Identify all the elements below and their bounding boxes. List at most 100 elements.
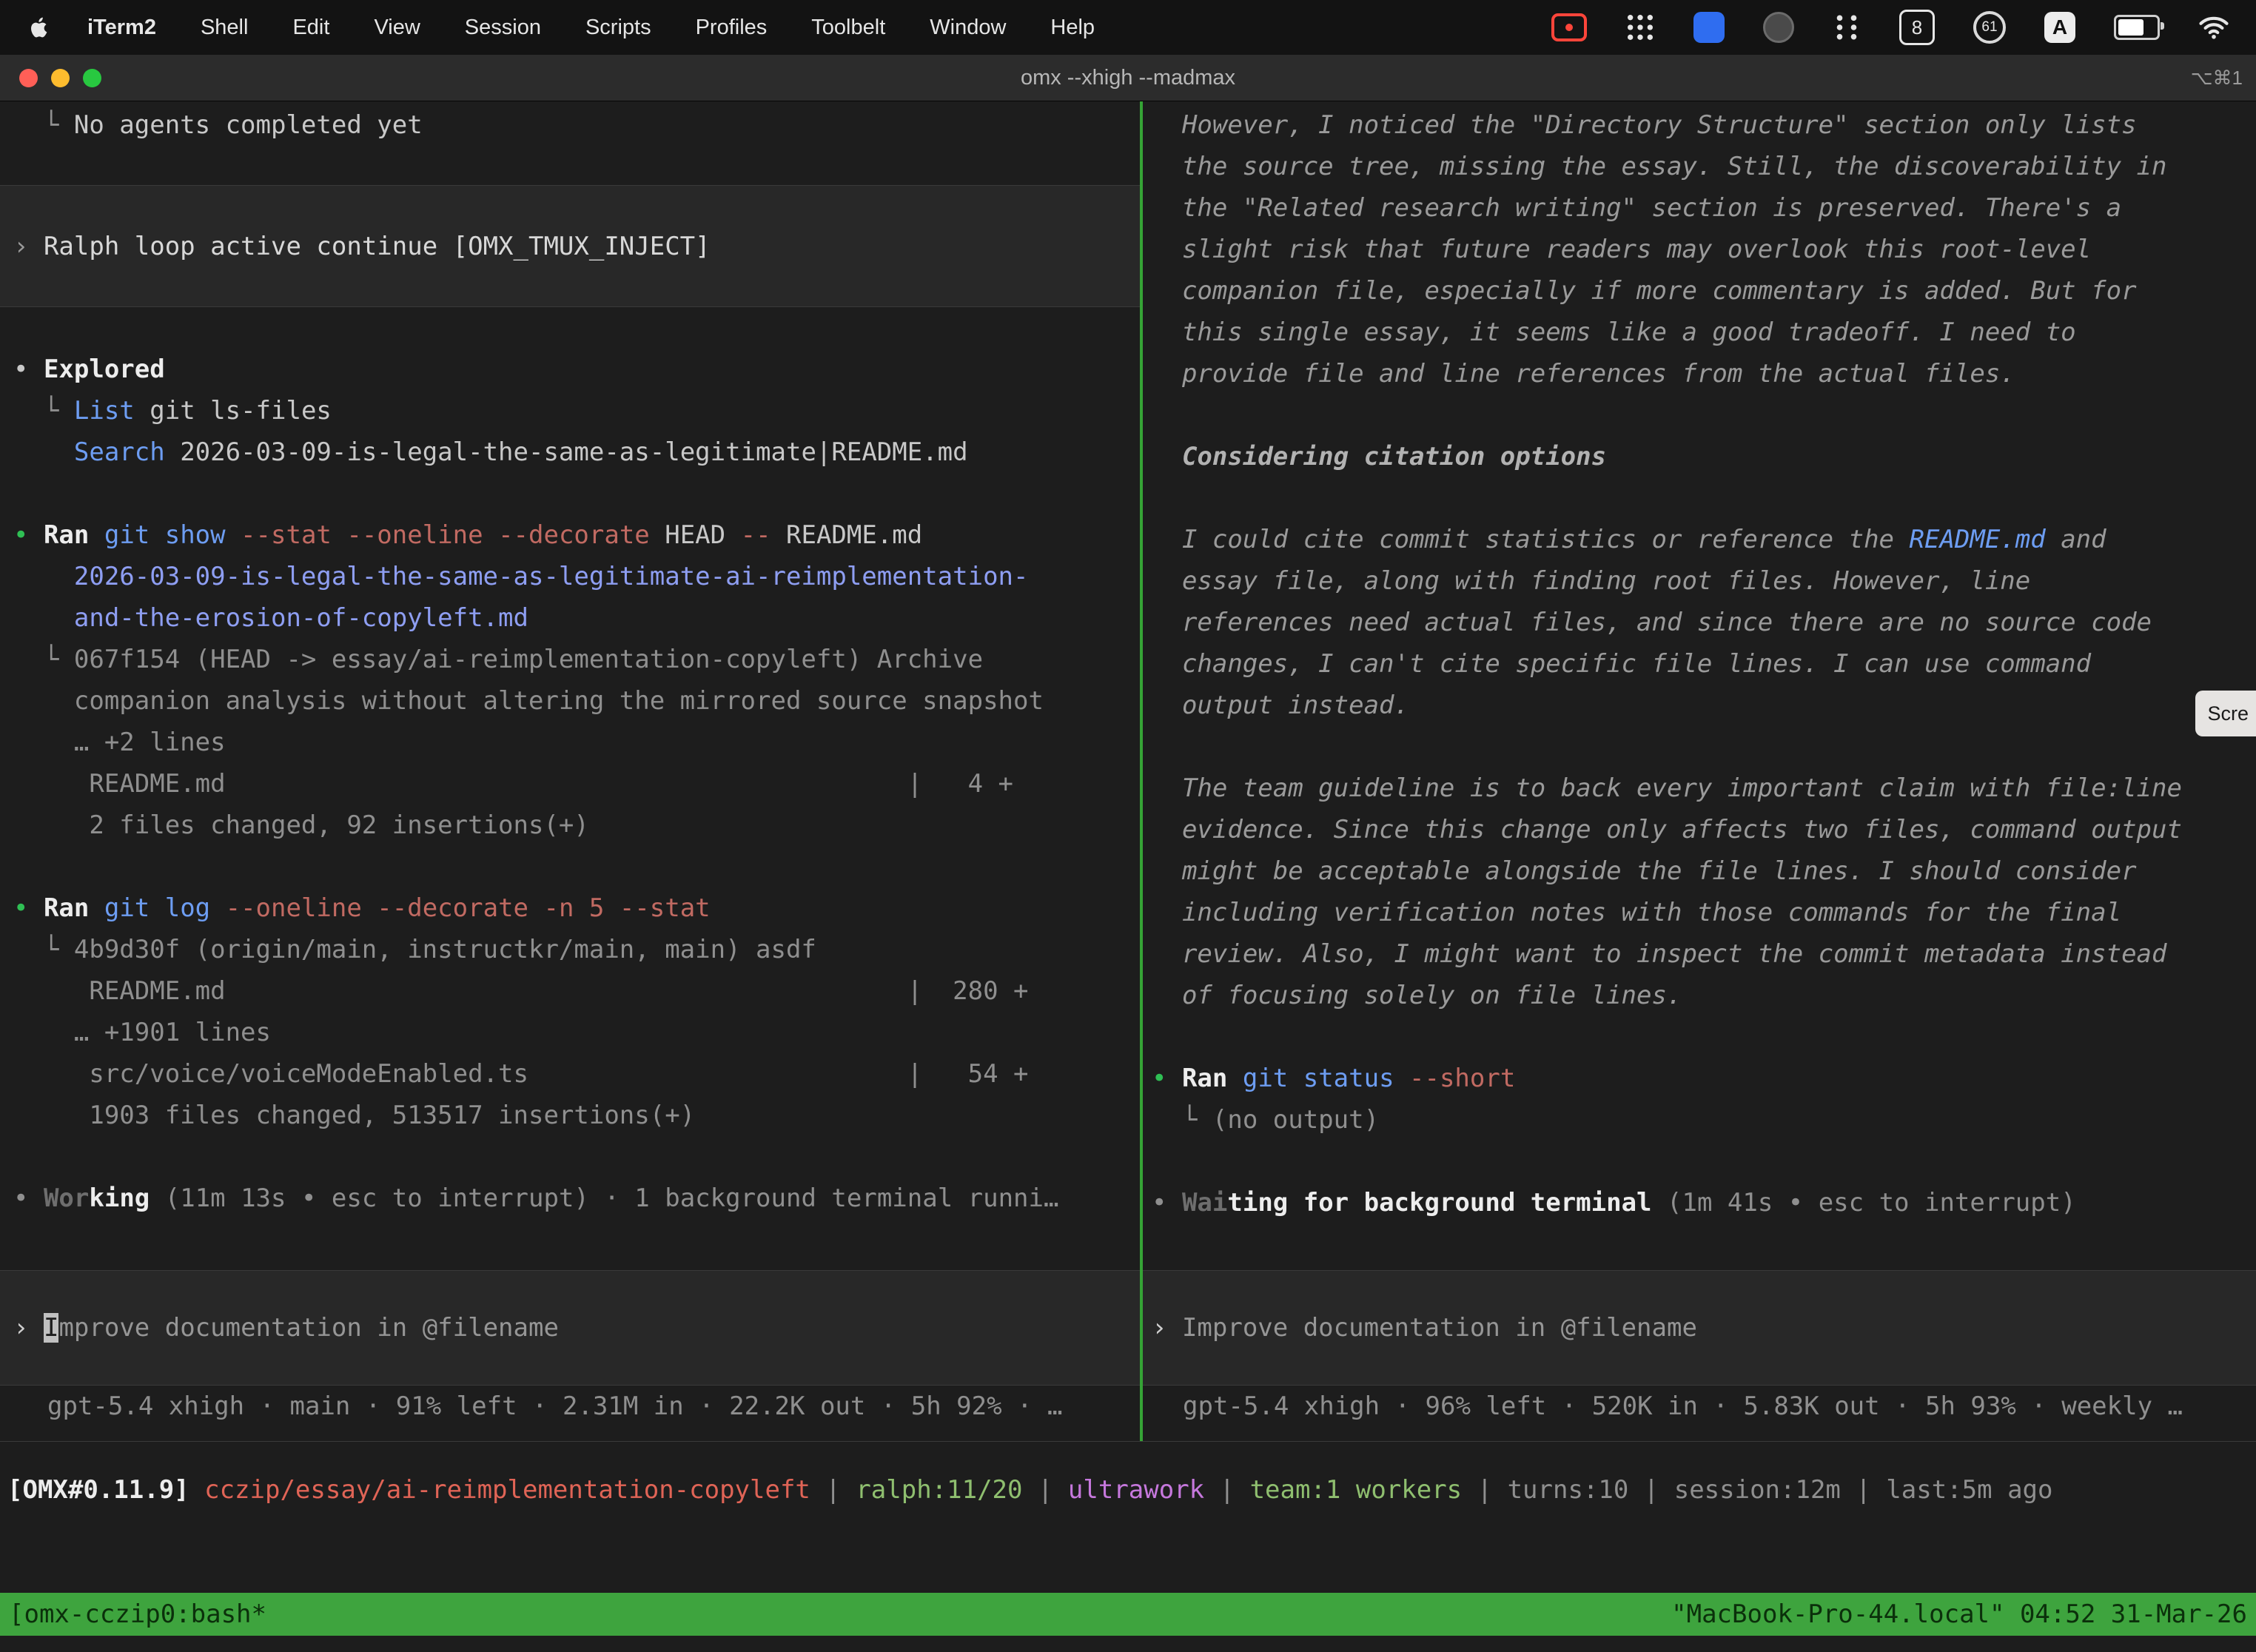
left-command-input[interactable]: › Improve documentation in @filename [0, 1270, 1140, 1386]
keyboard-8-icon[interactable]: 8 [1899, 10, 1935, 45]
window-title: omx --xhigh --madmax [1021, 66, 1235, 90]
macos-menu-bar: iTerm2 Shell Edit View Session Scripts P… [0, 0, 2256, 55]
terminal-line: └ No agents completed yet [13, 104, 1140, 146]
gauge-61-icon[interactable]: 61 [1973, 11, 2006, 44]
terminal-line: └ 067f154 (HEAD -> essay/ai-reimplementa… [13, 639, 1140, 680]
minimize-button[interactable] [51, 69, 70, 87]
zoom-button[interactable] [83, 69, 101, 87]
terminal-line: README.md | 280 + [13, 970, 1140, 1012]
tmux-shortcut-badge: ⌥⌘1 [2191, 55, 2243, 101]
terminal-line: … +1901 lines [13, 1012, 1140, 1053]
spacer [13, 307, 1140, 349]
terminal-line: • Explored [13, 349, 1140, 390]
menu-item-profiles[interactable]: Profiles [674, 16, 790, 40]
tmux-host-clock: "MacBook-Pro-44.local" 04:52 31-Mar-26 [1671, 1599, 2247, 1629]
screen-overlay-tab[interactable]: Scre [2195, 691, 2256, 736]
terminal-line: including verification notes with those … [1152, 892, 2256, 933]
window-title-bar[interactable]: omx --xhigh --madmax ⌥⌘1 [0, 55, 2256, 101]
terminal-line: 2026-03-09-is-legal-the-same-as-legitima… [13, 556, 1140, 597]
terminal-line: output instead. [1152, 685, 2256, 726]
terminal-line [13, 846, 1140, 887]
terminal-line: [OMX#0.11.9] cczip/essay/ai-reimplementa… [7, 1469, 2052, 1511]
input-value: mprove documentation in @filename [58, 1313, 559, 1343]
terminal-line: references need actual files, and since … [1152, 602, 2256, 643]
terminal-line: might be acceptable alongside the file l… [1152, 850, 2256, 892]
terminal-line: • Ran git status --short [1152, 1058, 2256, 1099]
tmux-status-bar: [omx-cczip0:bash* "MacBook-Pro-44.local"… [0, 1593, 2256, 1636]
terminal-line: 2 files changed, 92 insertions(+) [13, 805, 1140, 846]
terminal-line [1152, 477, 2256, 519]
terminal-line: • Waiting for background terminal (1m 41… [1152, 1182, 2256, 1223]
terminal-line [1152, 726, 2256, 768]
menu-item-shell[interactable]: Shell [178, 16, 271, 40]
terminal-line: essay file, along with finding root file… [1152, 560, 2256, 602]
right-command-input[interactable]: › Improve documentation in @filename [1143, 1270, 2256, 1386]
apple-menu-icon[interactable] [27, 11, 55, 44]
terminal-line: provide file and line references from th… [1152, 353, 2256, 394]
terminal-line: companion file, especially if more comme… [1152, 270, 2256, 312]
terminal-line: evidence. Since this change only affects… [1152, 809, 2256, 850]
input-source-icon[interactable]: A [2044, 12, 2075, 43]
left-terminal-output: • Explored └ List git ls-files Search 20… [13, 349, 1140, 1219]
notice-prompt: › [13, 232, 44, 261]
terminal-line: • Ran git log --oneline --decorate -n 5 … [13, 887, 1140, 929]
dots-grid-icon[interactable] [1833, 13, 1861, 41]
menu-item-scripts[interactable]: Scripts [563, 16, 674, 40]
terminal-line: changes, I can't cite specific file line… [1152, 643, 2256, 685]
app-grid-icon[interactable] [1625, 13, 1655, 42]
iterm2-window: iTerm2 Shell Edit View Session Scripts P… [0, 0, 2256, 1652]
terminal-line: … +2 lines [13, 722, 1140, 763]
menu-item-window[interactable]: Window [907, 16, 1028, 40]
menu-item-view[interactable]: View [352, 16, 442, 40]
terminal-line [1152, 1141, 2256, 1182]
input-value: Improve documentation in @filename [1182, 1313, 1697, 1343]
right-terminal-output: However, I noticed the "Directory Struct… [1152, 104, 2256, 1223]
blue-app-icon[interactable] [1693, 12, 1725, 43]
terminal-line [13, 1136, 1140, 1178]
input-prompt: › [13, 1313, 44, 1343]
agents-status-lines: └ No agents completed yet [13, 104, 1140, 146]
wifi-icon[interactable] [2198, 12, 2229, 43]
terminal-line: However, I noticed the "Directory Struct… [1152, 104, 2256, 146]
menu-item-session[interactable]: Session [443, 16, 563, 40]
terminal-line: slight risk that future readers may over… [1152, 229, 2256, 270]
terminal-line [13, 473, 1140, 514]
terminal-line: Search 2026-03-09-is-legal-the-same-as-l… [13, 432, 1140, 473]
left-model-status-line: gpt-5.4 xhigh · main · 91% left · 2.31M … [13, 1386, 1140, 1427]
battery-icon[interactable] [2114, 15, 2160, 40]
terminal-line [1152, 1016, 2256, 1058]
omx-status-bar: [OMX#0.11.9] cczip/essay/ai-reimplementa… [0, 1442, 2256, 1538]
screen-recording-icon[interactable] [1551, 13, 1587, 41]
terminal-line: companion analysis without altering the … [13, 680, 1140, 722]
terminal-line: README.md | 4 + [13, 763, 1140, 805]
terminal-line: The team guideline is to back every impo… [1152, 768, 2256, 809]
terminal-line: I could cite commit statistics or refere… [1152, 519, 2256, 560]
left-terminal-pane[interactable]: └ No agents completed yet › Ralph loop a… [0, 101, 1140, 1441]
tmux-session-label: [omx-cczip0:bash* [9, 1599, 266, 1629]
menu-item-edit[interactable]: Edit [270, 16, 352, 40]
text-cursor: I [44, 1313, 58, 1343]
ralph-loop-notice: › Ralph loop active continue [OMX_TMUX_I… [0, 185, 1140, 307]
notice-text: Ralph loop active continue [OMX_TMUX_INJ… [44, 232, 711, 261]
terminal-line: of focusing solely on file lines. [1152, 975, 2256, 1016]
terminal-line: the "Related research writing" section i… [1152, 187, 2256, 229]
dark-app-icon[interactable] [1763, 12, 1794, 43]
terminal-line: └ (no output) [1152, 1099, 2256, 1141]
terminal-line: the source tree, missing the essay. Stil… [1152, 146, 2256, 187]
right-terminal-pane[interactable]: However, I noticed the "Directory Struct… [1143, 101, 2256, 1441]
menu-item-help[interactable]: Help [1028, 16, 1117, 40]
menu-bar-status-icons: 8 61 A [1551, 10, 2229, 45]
menu-item-toolbelt[interactable]: Toolbelt [789, 16, 907, 40]
terminal-line: and-the-erosion-of-copyleft.md [13, 597, 1140, 639]
terminal-line: this single essay, it seems like a good … [1152, 312, 2256, 353]
terminal-line: └ 4b9d30f (origin/main, instructkr/main,… [13, 929, 1140, 970]
close-button[interactable] [19, 69, 38, 87]
terminal-panes: └ No agents completed yet › Ralph loop a… [0, 101, 2256, 1442]
terminal-line: Considering citation options [1152, 436, 2256, 477]
terminal-line: └ List git ls-files [13, 390, 1140, 432]
terminal-line: • Working (11m 13s • esc to interrupt) ·… [13, 1178, 1140, 1219]
menu-item-iterm2[interactable]: iTerm2 [65, 16, 178, 40]
terminal-line: • Ran git show --stat --oneline --decora… [13, 514, 1140, 556]
traffic-lights [19, 55, 101, 101]
input-prompt: › [1152, 1313, 1182, 1343]
